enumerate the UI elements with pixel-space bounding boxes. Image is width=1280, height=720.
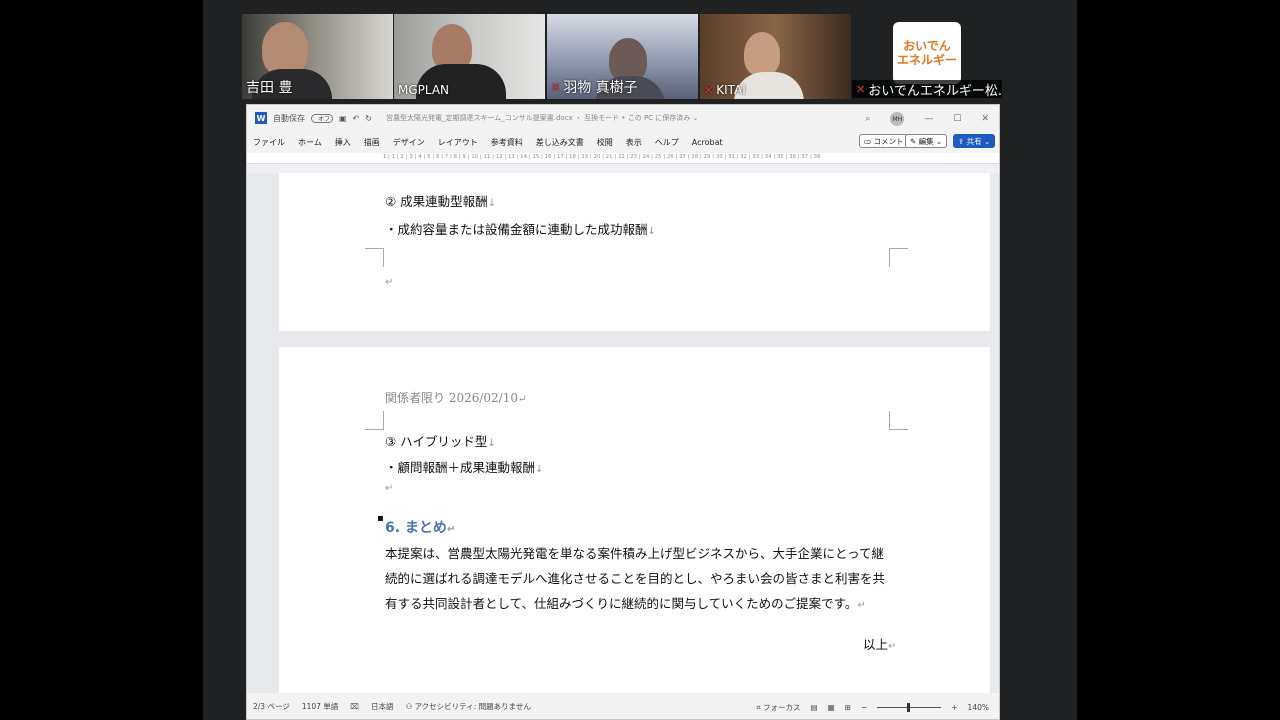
- margin-marker: [365, 248, 384, 267]
- tab-mailings[interactable]: 差し込み文書: [536, 137, 584, 148]
- word-window: W 自動保存 オフ ▣ ↶ ↻ 営農型太陽光発電_定期調達スキーム_コンサル提案…: [246, 104, 1000, 720]
- document-area[interactable]: ② 成果連動型報酬↓ ・成約容量または設備金額に連動した成功報酬↓ ↵ 関係者限…: [247, 173, 999, 695]
- tab-design[interactable]: デザイン: [393, 137, 425, 148]
- tab-insert[interactable]: 挿入: [335, 137, 351, 148]
- proofing-icon[interactable]: ⌧: [350, 702, 359, 711]
- redo-icon[interactable]: ↻: [365, 114, 372, 123]
- doc-line: ・成約容量または設備金額に連動した成功報酬↓: [385, 222, 656, 237]
- minimize-icon[interactable]: —: [924, 114, 933, 124]
- zoom-level[interactable]: 140%: [968, 703, 989, 712]
- participant-name: ✕ KITAI: [704, 83, 746, 97]
- tab-help[interactable]: ヘルプ: [655, 137, 679, 148]
- search-icon[interactable]: ⌕: [865, 114, 870, 124]
- web-layout-icon[interactable]: ⊞: [845, 703, 851, 712]
- page-2[interactable]: 関係者限り 2026/02/10↵ ③ ハイブリッド型↓ ・顧問報酬＋成果連動報…: [279, 347, 990, 695]
- tab-draw[interactable]: 描画: [364, 137, 380, 148]
- page-1[interactable]: ② 成果連動型報酬↓ ・成約容量または設備金額に連動した成功報酬↓ ↵: [279, 173, 990, 331]
- heading-bullet: ▪: [377, 513, 384, 524]
- page-header: 関係者限り 2026/02/10↵: [385, 391, 527, 405]
- zoom-thumb[interactable]: [907, 703, 911, 712]
- doc-line: ② 成果連動型報酬↓: [385, 194, 497, 209]
- section-heading: 6. まとめ↵: [385, 520, 456, 536]
- summary-paragraph: 本提案は、営農型太陽光発電を単なる案件積み上げ型ビジネスから、大手企業にとって継…: [385, 546, 886, 611]
- closing-text: 以上↵: [863, 637, 897, 652]
- participant-tile-4[interactable]: ✕ KITAI: [700, 14, 851, 99]
- paragraph-mark: ↵: [385, 483, 394, 494]
- word-count[interactable]: 1107 単語: [302, 701, 338, 712]
- participant-name: 吉田 豊: [246, 80, 293, 96]
- read-mode-icon[interactable]: ▤: [810, 703, 817, 712]
- edit-button[interactable]: ✎ 編集 ⌄: [905, 134, 948, 148]
- participant-tile-2[interactable]: MGPLAN: [394, 14, 545, 99]
- autosave-label: 自動保存: [273, 113, 305, 123]
- document-title[interactable]: 営農型太陽光発電_定期調達スキーム_コンサル提案書.docx ・ 互換モード •…: [386, 113, 698, 123]
- tab-view[interactable]: 表示: [626, 137, 642, 148]
- ruler[interactable]: 1 | 1 | 2 | 3 | 4 | 5 | 6 | 7 | 8 | 9 | …: [247, 153, 999, 164]
- participant-face: [262, 22, 308, 76]
- comment-button[interactable]: ▭ コメント: [859, 134, 909, 148]
- autosave-toggle[interactable]: オフ: [311, 113, 333, 123]
- participant-name: ✕ 羽物 真樹子: [551, 80, 638, 96]
- doc-line: ③ ハイブリッド型↓: [385, 434, 496, 449]
- margin-marker: [889, 411, 908, 430]
- margin-marker: [365, 411, 384, 430]
- tab-file[interactable]: ファイル: [253, 137, 285, 148]
- status-bar: 2/3 ページ 1107 単語 ⌧ 日本語 ⚇ アクセシビリティ: 問題ありませ…: [247, 693, 999, 719]
- zoom-slider[interactable]: [877, 703, 942, 712]
- word-app-icon: W: [255, 112, 267, 124]
- tab-references[interactable]: 参考資料: [491, 137, 523, 148]
- title-bar: W 自動保存 オフ ▣ ↶ ↻ 営農型太陽光発電_定期調達スキーム_コンサル提案…: [247, 105, 999, 131]
- doc-line: ・顧問報酬＋成果連動報酬↓: [385, 460, 544, 475]
- accessibility-status[interactable]: ⚇ アクセシビリティ: 問題ありません: [405, 701, 530, 712]
- tab-acrobat[interactable]: Acrobat: [692, 138, 723, 147]
- save-icon[interactable]: ▣: [339, 114, 347, 123]
- participant-tile-3[interactable]: ✕ 羽物 真樹子: [547, 14, 698, 99]
- focus-button[interactable]: ⌗ フォーカス: [756, 702, 800, 713]
- page-count[interactable]: 2/3 ページ: [253, 701, 290, 712]
- participant-face: [744, 32, 780, 76]
- tab-review[interactable]: 校閲: [597, 137, 613, 148]
- zoom-out-icon[interactable]: −: [861, 703, 867, 712]
- share-icon: ⇪: [958, 136, 967, 146]
- pencil-icon: ✎: [910, 136, 919, 146]
- tab-home[interactable]: ホーム: [298, 137, 322, 148]
- paragraph-mark: ↵: [385, 277, 394, 288]
- focus-icon: ⌗: [756, 703, 763, 712]
- comment-icon: ▭: [864, 136, 874, 146]
- participant-name: MGPLAN: [398, 83, 450, 97]
- mic-off-icon: ✕: [856, 82, 866, 96]
- oiden-logo: おいでん エネルギー: [893, 22, 961, 84]
- print-layout-icon[interactable]: ▦: [828, 703, 835, 712]
- mic-off-icon: ✕: [551, 80, 561, 94]
- zoom-in-icon[interactable]: +: [951, 703, 957, 712]
- margin-marker: [889, 248, 908, 267]
- undo-icon[interactable]: ↶: [353, 114, 360, 123]
- close-icon[interactable]: ✕: [981, 114, 989, 124]
- avatar[interactable]: MH: [890, 112, 905, 126]
- participant-name-5[interactable]: ✕ おいでんエネルギー松...: [852, 80, 1002, 98]
- mic-off-icon: ✕: [704, 83, 714, 97]
- participant-tile-1[interactable]: 吉田 豊: [242, 14, 393, 99]
- ribbon-tabs: ファイル ホーム 挿入 描画 デザイン レイアウト 参考資料 差し込み文書 校閲…: [247, 131, 999, 153]
- maximize-icon[interactable]: ☐: [953, 114, 961, 124]
- tab-layout[interactable]: レイアウト: [438, 137, 478, 148]
- language[interactable]: 日本語: [371, 701, 394, 712]
- accessibility-icon: ⚇: [405, 701, 415, 711]
- share-button[interactable]: ⇪ 共有 ⌄: [953, 134, 996, 148]
